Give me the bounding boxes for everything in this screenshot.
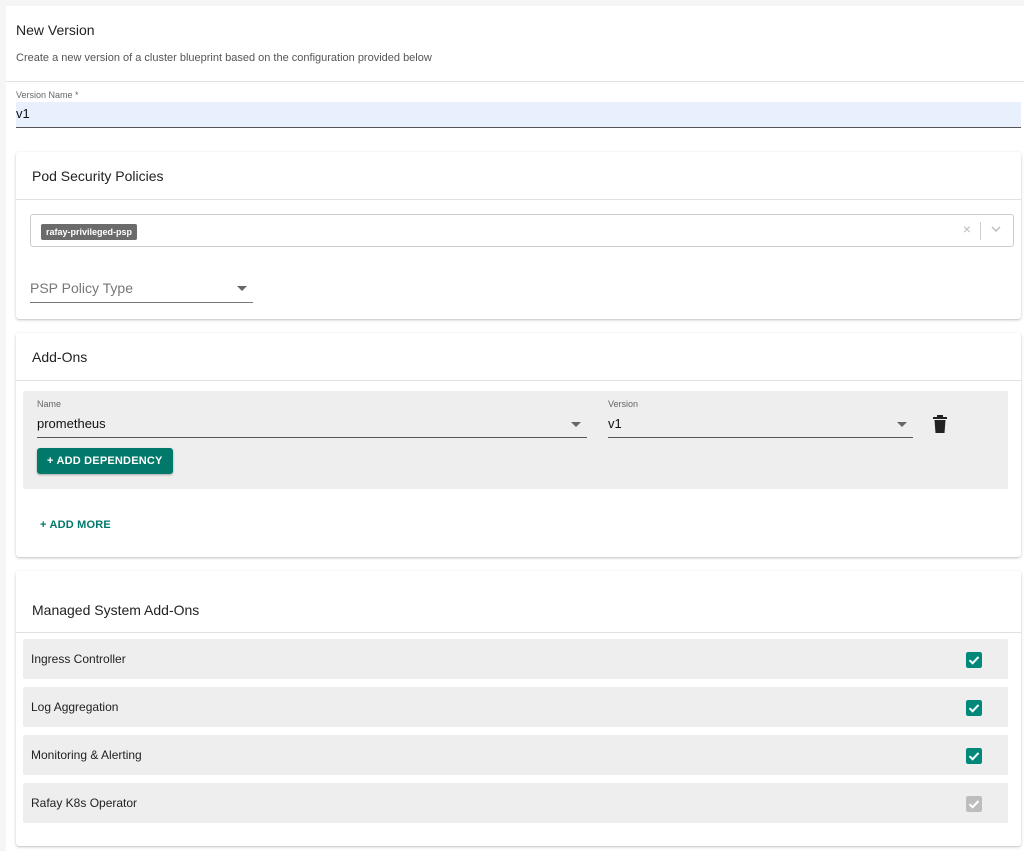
managed-row-log-aggregation: Log Aggregation bbox=[23, 687, 1008, 727]
pod-security-policies-card: Pod Security Policies rafay-privileged-p… bbox=[16, 152, 1021, 319]
select-separator bbox=[980, 222, 981, 240]
addon-version-value: v1 bbox=[608, 416, 622, 431]
psp-policy-type-placeholder: PSP Policy Type bbox=[30, 280, 133, 296]
dropdown-arrow-icon bbox=[571, 422, 581, 427]
add-ons-card: Add-Ons Name prometheus Version v1 + ADD… bbox=[16, 333, 1021, 557]
managed-row-label: Rafay K8s Operator bbox=[31, 796, 138, 810]
managed-system-addons-card: Managed System Add-Ons Ingress Controlle… bbox=[16, 571, 1021, 846]
chevron-down-icon[interactable] bbox=[989, 222, 1003, 236]
add-dependency-button[interactable]: + ADD DEPENDENCY bbox=[37, 448, 173, 474]
addon-name-value: prometheus bbox=[37, 416, 106, 431]
dropdown-arrow-icon bbox=[237, 286, 247, 291]
managed-row-label: Log Aggregation bbox=[31, 700, 119, 714]
checkbox-monitoring-alerting[interactable] bbox=[966, 748, 982, 764]
managed-row-label: Ingress Controller bbox=[31, 652, 126, 666]
managed-row-label: Monitoring & Alerting bbox=[31, 748, 142, 762]
checkbox-log-aggregation[interactable] bbox=[966, 700, 982, 716]
checkbox-rafay-k8s-operator bbox=[966, 796, 982, 812]
version-name-input[interactable]: v1 bbox=[16, 102, 1021, 128]
dropdown-arrow-icon bbox=[897, 422, 907, 427]
managed-row-monitoring-alerting: Monitoring & Alerting bbox=[23, 735, 1008, 775]
page-subtitle: Create a new version of a cluster bluepr… bbox=[16, 52, 432, 64]
managed-row-ingress-controller: Ingress Controller bbox=[23, 639, 1008, 679]
header: New Version Create a new version of a cl… bbox=[6, 6, 1024, 82]
add-more-button[interactable]: + ADD MORE bbox=[40, 519, 111, 531]
page: New Version Create a new version of a cl… bbox=[0, 0, 1024, 851]
addons-card-title: Add-Ons bbox=[32, 349, 88, 365]
psp-card-title: Pod Security Policies bbox=[32, 168, 164, 184]
version-name-label: Version Name * bbox=[16, 90, 79, 100]
addon-name-select[interactable]: prometheus bbox=[37, 414, 587, 438]
version-name-group: Version Name * v1 bbox=[16, 90, 1021, 128]
addon-name-label: Name bbox=[37, 399, 62, 409]
page-title: New Version bbox=[16, 22, 95, 38]
trash-icon[interactable] bbox=[933, 415, 947, 433]
managed-row-rafay-k8s-operator: Rafay K8s Operator bbox=[23, 783, 1008, 823]
new-version-panel: New Version Create a new version of a cl… bbox=[6, 6, 1024, 851]
psp-multiselect[interactable]: rafay-privileged-psp × bbox=[30, 214, 1014, 247]
checkbox-ingress-controller[interactable] bbox=[966, 652, 982, 668]
divider bbox=[16, 199, 1021, 200]
managed-card-title: Managed System Add-Ons bbox=[32, 602, 200, 618]
divider bbox=[16, 632, 1021, 633]
addon-version-label: Version bbox=[608, 399, 639, 409]
addon-row: Name prometheus Version v1 + ADD DEPENDE… bbox=[23, 391, 1008, 489]
close-icon[interactable]: × bbox=[963, 221, 971, 237]
psp-chip[interactable]: rafay-privileged-psp bbox=[41, 224, 138, 240]
addon-version-select[interactable]: v1 bbox=[608, 414, 913, 438]
divider bbox=[16, 380, 1021, 381]
psp-policy-type-select[interactable]: PSP Policy Type bbox=[30, 278, 253, 303]
